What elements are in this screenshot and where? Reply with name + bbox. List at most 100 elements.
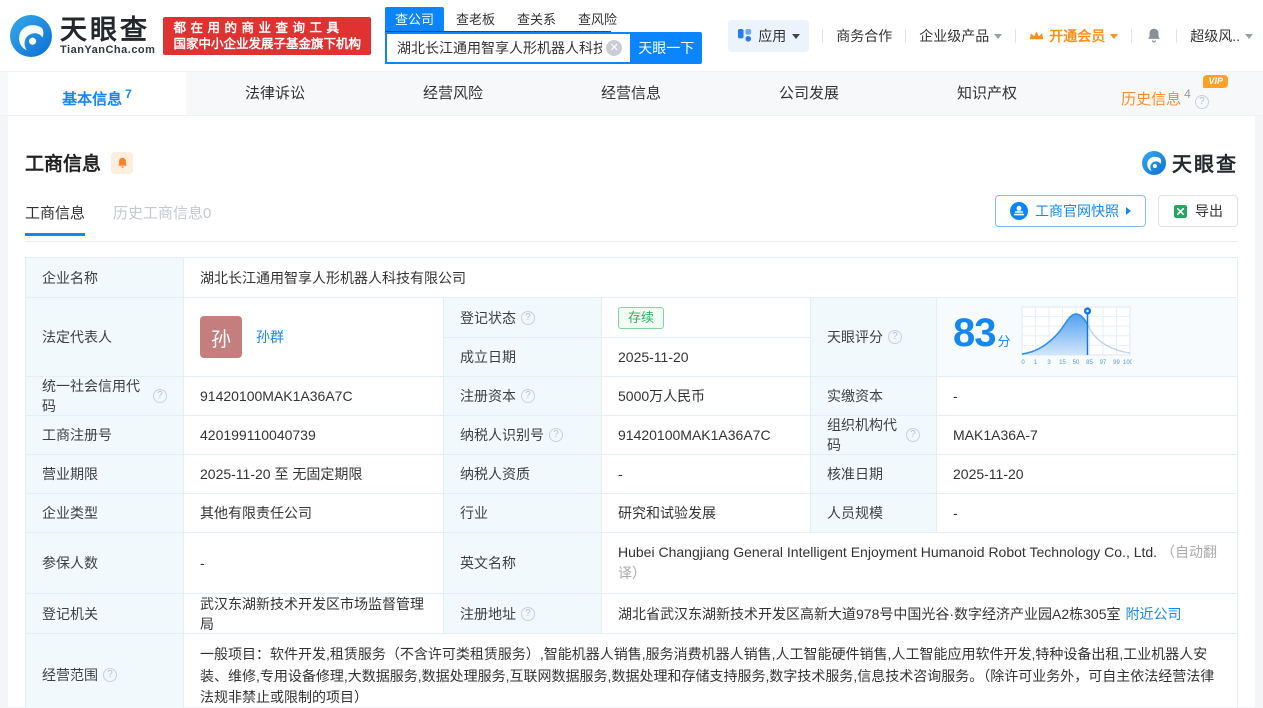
- search-tab-boss[interactable]: 查老板: [446, 7, 505, 31]
- english-name-value: Hubei Changjiang General Intelligent Enj…: [602, 533, 1237, 594]
- search-tab-relation[interactable]: 查关系: [507, 7, 566, 31]
- divider: [1015, 29, 1016, 43]
- nav-enterprise[interactable]: 企业级产品: [919, 26, 1002, 46]
- search-tab-risk[interactable]: 查风险: [568, 7, 627, 31]
- search-input[interactable]: [385, 32, 630, 64]
- divider: [822, 29, 823, 43]
- field-label: 英文名称: [444, 533, 602, 594]
- arrow-right-icon: [1126, 207, 1131, 215]
- staff-size-value: -: [937, 494, 1237, 533]
- business-info-card: 工商信息 天眼查 工商信息 历史工商信息0: [8, 116, 1255, 707]
- subtab-history-business-info[interactable]: 历史工商信息0: [113, 202, 211, 223]
- field-label: 纳税人资质: [444, 455, 602, 494]
- reg-capital-label: 注册资本: [460, 386, 516, 406]
- export-label: 导出: [1195, 201, 1223, 221]
- section-title: 工商信息: [25, 149, 101, 176]
- reg-authority-value: 武汉东湖新技术开发区市场监督管理局: [184, 594, 444, 634]
- nav-cooperation[interactable]: 商务合作: [836, 26, 892, 46]
- nav-super-risk[interactable]: 超级风..: [1190, 26, 1253, 46]
- svg-text:1: 1: [1033, 360, 1037, 366]
- tab-basic-info[interactable]: 基本信息7: [8, 72, 186, 115]
- field-label: 工商注册号: [26, 416, 184, 455]
- avatar[interactable]: 孙: [200, 316, 242, 358]
- help-icon[interactable]: ?: [153, 389, 167, 403]
- tab-operation-risk[interactable]: 经营风险: [364, 72, 542, 115]
- field-label: 核准日期: [811, 455, 937, 494]
- official-snapshot-button[interactable]: 工商官网快照: [995, 195, 1146, 227]
- field-label: 天眼评分 ?: [811, 298, 937, 377]
- nav-enterprise-label: 企业级产品: [919, 26, 989, 46]
- tab-company-development[interactable]: 公司发展: [720, 72, 898, 115]
- field-label: 登记状态 ?: [444, 298, 602, 338]
- nav-open-vip[interactable]: 开通会员: [1029, 26, 1118, 46]
- search-tab-company[interactable]: 查公司: [385, 7, 444, 31]
- industry-value: 研究和试验发展: [602, 494, 811, 533]
- business-info-table: 企业名称 湖北长江通用智享人形机器人科技有限公司 法定代表人 孙 孙群 登记状态…: [25, 257, 1238, 708]
- slogan-line2: 国家中小企业发展子基金旗下机构: [173, 36, 361, 52]
- legal-rep-link[interactable]: 孙群: [256, 327, 284, 347]
- svg-text:99: 99: [1113, 360, 1120, 366]
- tab-history-info[interactable]: VIP 历史信息4 ?: [1076, 72, 1254, 115]
- field-label: 行业: [444, 494, 602, 533]
- help-icon[interactable]: ?: [549, 428, 563, 442]
- tab-history-info-count: 4: [1184, 87, 1191, 101]
- reg-status-label: 登记状态: [460, 308, 516, 328]
- credit-code-value: 91420100MAK1A36A7C: [184, 377, 444, 416]
- excel-icon: [1173, 204, 1188, 219]
- divider: [905, 29, 906, 43]
- establish-date-value: 2025-11-20: [602, 338, 811, 377]
- credit-code-label: 统一社会信用代码: [42, 377, 148, 416]
- score-label: 天眼评分: [827, 327, 883, 347]
- taxpayer-quality-value: -: [602, 455, 811, 494]
- nav-apps[interactable]: 应用: [728, 20, 809, 52]
- apps-grid-icon: [737, 28, 752, 43]
- field-label: 纳税人识别号 ?: [444, 416, 602, 455]
- search-button[interactable]: 天眼一下: [630, 32, 702, 64]
- nav-vip-label: 开通会员: [1049, 26, 1105, 46]
- site-header: 天眼查 TianYanCha.com 都在用的商业查询工具 国家中小企业发展子基…: [0, 0, 1263, 72]
- help-icon[interactable]: ?: [888, 330, 902, 344]
- tab-legal-cases[interactable]: 法律诉讼: [186, 72, 364, 115]
- field-label: 实缴资本: [811, 377, 937, 416]
- subtab-business-info[interactable]: 工商信息: [25, 202, 85, 223]
- field-label: 营业期限: [26, 455, 184, 494]
- reg-capital-value: 5000万人民币: [602, 377, 811, 416]
- help-icon[interactable]: ?: [906, 428, 920, 442]
- address-label: 注册地址: [460, 604, 516, 624]
- svg-text:50: 50: [1072, 360, 1079, 366]
- search-area: 查公司 查老板 查关系 查风险 ✕ 天眼一下: [385, 7, 702, 64]
- field-label: 法定代表人: [26, 298, 184, 377]
- english-name-text: Hubei Changjiang General Intelligent Enj…: [618, 544, 1157, 560]
- field-label: 注册资本 ?: [444, 377, 602, 416]
- field-label: 经营范围 ?: [26, 634, 184, 708]
- company-tab-bar: 基本信息7 法律诉讼 经营风险 经营信息 公司发展 知识产权 VIP 历史信息4…: [0, 72, 1263, 116]
- svg-text:3: 3: [1047, 360, 1051, 366]
- tab-operation-info[interactable]: 经营信息: [542, 72, 720, 115]
- official-snapshot-label: 工商官网快照: [1035, 201, 1119, 221]
- field-label: 组织机构代码 ?: [811, 416, 937, 455]
- help-icon[interactable]: ?: [521, 607, 535, 621]
- notification-bell[interactable]: [1145, 26, 1163, 45]
- logo-domain: TianYanCha.com: [60, 44, 155, 56]
- divider: [1131, 29, 1132, 43]
- tianyancha-logo: 天眼查 TianYanCha.com: [10, 15, 155, 57]
- score-value: 83分: [953, 313, 1010, 362]
- help-icon[interactable]: ?: [1195, 95, 1209, 109]
- company-type-value: 其他有限责任公司: [184, 494, 444, 533]
- business-term-value: 2025-11-20 至 无固定期限: [184, 455, 444, 494]
- slogan-badge: 都在用的商业查询工具 国家中小企业发展子基金旗下机构: [163, 17, 371, 55]
- help-icon[interactable]: ?: [521, 311, 535, 325]
- tab-intellectual-property[interactable]: 知识产权: [898, 72, 1076, 115]
- subscribe-bell[interactable]: [111, 152, 133, 174]
- field-label: 企业名称: [26, 258, 184, 298]
- insured-num-value: -: [184, 533, 444, 594]
- help-icon[interactable]: ?: [521, 389, 535, 403]
- help-icon[interactable]: ?: [103, 668, 117, 682]
- divider: [1176, 29, 1177, 43]
- field-label: 参保人数: [26, 533, 184, 594]
- svg-text:85: 85: [1086, 360, 1093, 366]
- export-button[interactable]: 导出: [1158, 195, 1238, 227]
- nearby-companies-link[interactable]: 附近公司: [1126, 604, 1182, 624]
- taxpayer-id-label: 纳税人识别号: [460, 425, 544, 445]
- chevron-down-icon: [792, 34, 800, 39]
